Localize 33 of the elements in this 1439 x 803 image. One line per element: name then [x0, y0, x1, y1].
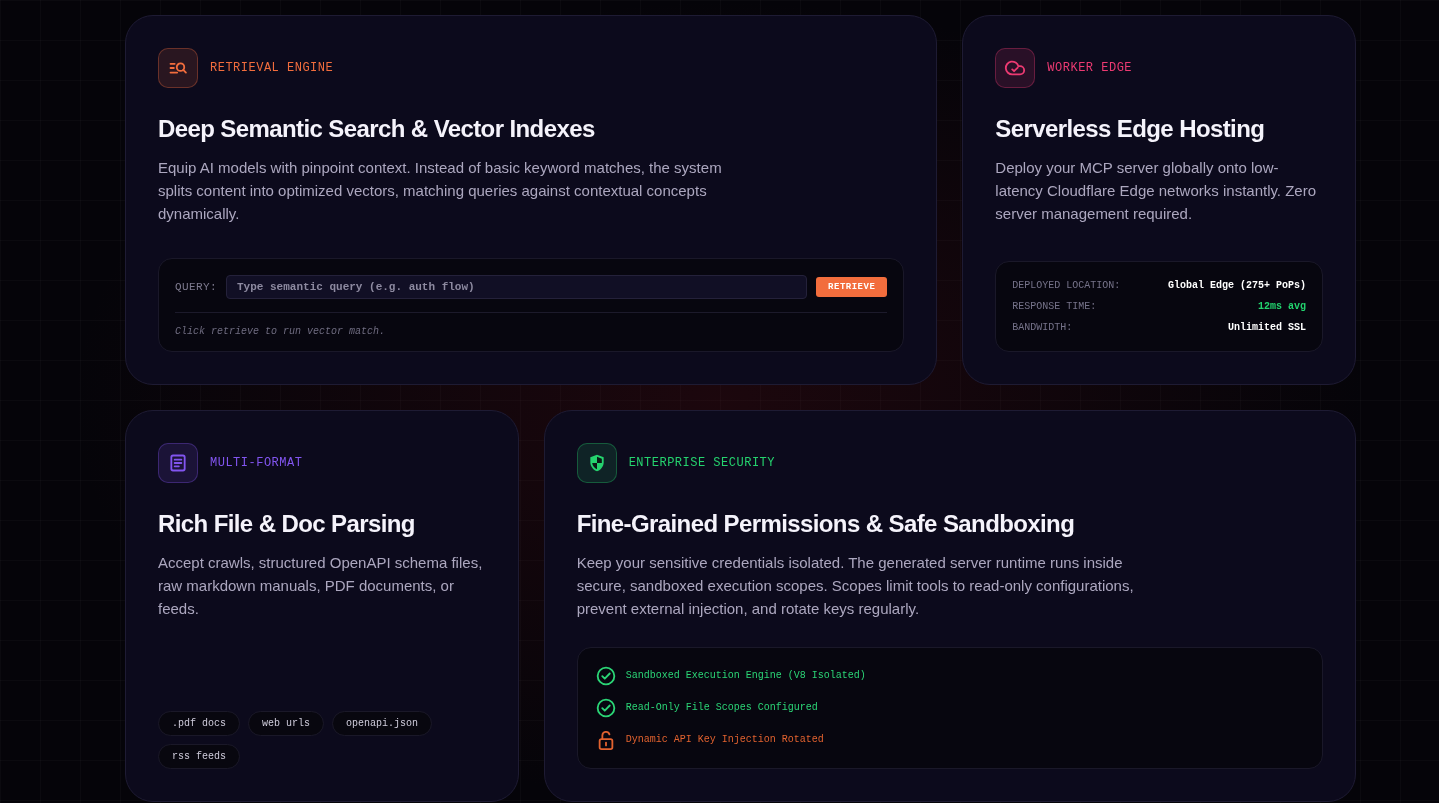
check-item-text: Dynamic API Key Injection Rotated — [625, 733, 824, 747]
format-tag: openapi.json — [332, 711, 433, 736]
stat-value: Unlimited SSL — [1227, 321, 1306, 335]
card-title: Rich File & Doc Parsing — [158, 509, 416, 539]
card-description: Keep your sensitive credentials isolated. The generated server runtime runs inside secure, sandboxed execution scopes. Scopes limit tools to read-only configurations, prevent external injection, and rotate keys regularly. — [576, 553, 1135, 619]
search-icon — [158, 48, 198, 88]
category-label: MULTI-FORMAT — [210, 455, 303, 471]
check-item-text: Read-Only File Scopes Configured — [625, 701, 818, 715]
shield-icon — [576, 443, 617, 483]
card-title: Fine-Grained Permissions & Safe Sandboxing — [576, 509, 1076, 539]
card-title: Deep Semantic Search & Vector Indexes — [158, 114, 596, 144]
card-title: Serverless Edge Hosting — [995, 114, 1266, 144]
stat-label: BANDWIDTH: — [1012, 321, 1073, 335]
hint-text: Click retrieve to run vector match. — [175, 325, 387, 339]
card-description: Deploy your MCP server globally onto low-latency Cloudflare Edge networks instantly. Zero server management required. — [995, 158, 1318, 224]
query-label: QUERY: — [175, 281, 217, 293]
cloud-check-icon — [995, 48, 1036, 88]
card-description: Equip AI models with pinpoint context. Instead of basic keyword matches, the system splits content into optimized vectors, matching queries against contextual concepts dynamically. — [158, 158, 723, 224]
check-item-text: Sandboxed Execution Engine (V8 Isolated) — [625, 669, 866, 683]
format-tag: .pdf docs — [158, 711, 240, 736]
category-label: RETRIEVAL ENGINE — [210, 60, 334, 76]
document-icon — [158, 443, 198, 483]
query-input[interactable]: Type semantic query (e.g. auth flow) — [226, 275, 808, 299]
category-label: WORKER EDGE — [1047, 60, 1133, 76]
card-description: Accept crawls, structured OpenAPI schema files, raw markdown manuals, PDF documents, or feeds. — [158, 553, 484, 619]
format-tag: rss feeds — [158, 744, 240, 769]
stat-value: 12ms avg — [1257, 300, 1306, 314]
format-tag: web urls — [248, 711, 325, 736]
stat-label: DEPLOYED LOCATION: — [1012, 279, 1121, 293]
stat-value: Global Edge (275+ PoPs) — [1167, 279, 1306, 293]
category-label: ENTERPRISE SECURITY — [628, 455, 775, 471]
stat-label: RESPONSE TIME: — [1012, 300, 1097, 314]
retrieve-button[interactable]: RETRIEVE — [816, 277, 888, 297]
